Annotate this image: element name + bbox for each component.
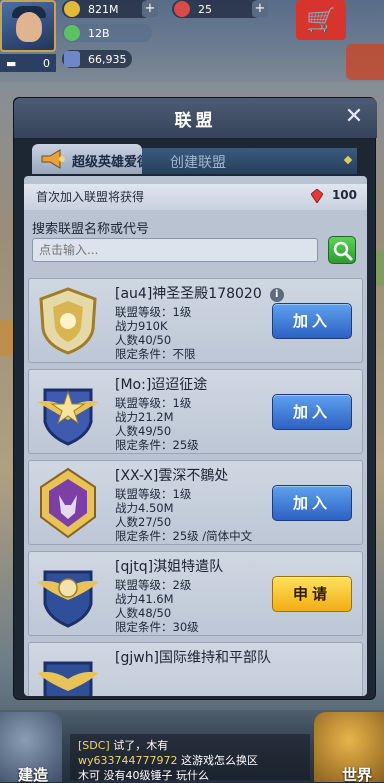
shop-button[interactable]: 🛒 (296, 0, 346, 40)
tab-create-alliance[interactable]: 创建联盟 (142, 148, 357, 174)
apply-button[interactable]: 申请 (272, 576, 352, 612)
first-join-reward: 首次加入联盟将获得 100 (24, 184, 367, 210)
alliance-name: [gjwh]国际维持和平部队 (115, 650, 272, 666)
power-display: 66,935 (62, 50, 132, 68)
alliance-level: 联盟等级：1级 (115, 305, 192, 319)
alliance-row: [Mo:]迢迢征途 联盟等级：1级 战力21.2M 人数49/50 限定条件：2… (28, 369, 363, 454)
reward-value: 100 (331, 188, 357, 202)
tab-join-alliance[interactable]: 超级英雄爱德华 (32, 144, 142, 174)
alliance-emblem-gold-icon (39, 287, 97, 355)
player-level-tag: ▬ 0 (0, 54, 56, 72)
alliance-requirement: 限定条件：25级 /简体中文 (115, 529, 253, 543)
left-panel-tab[interactable] (0, 320, 14, 356)
chat-sender: wy633744777972 (78, 754, 178, 767)
tab-label: 超级英雄爱德华 (72, 155, 142, 170)
join-button[interactable]: 加入 (272, 303, 352, 339)
alliance-row: [gjwh]国际维持和平部队 (28, 642, 363, 696)
ruby-icon (311, 189, 323, 203)
alliance-name: [XX-X]雲深不鶵处 (115, 468, 229, 484)
player-avatar[interactable] (0, 0, 56, 52)
gem-amount: 25 (198, 2, 212, 16)
player-level: 0 (43, 56, 50, 70)
alliance-name: [Mo:]迢迢征途 (115, 377, 208, 393)
chat-preview[interactable]: [SDC] 试了，木有 wy633744777972 这游戏怎么换区 木可 没有… (70, 734, 310, 782)
search-input[interactable] (32, 238, 318, 262)
info-icon[interactable]: i (269, 288, 284, 302)
search-button[interactable] (328, 236, 356, 264)
chat-message: 试了，木有 (113, 739, 169, 752)
tab-label: 创建联盟 (170, 155, 226, 171)
alliance-row: [XX-X]雲深不鶵处 联盟等级：1级 战力4.50M 人数27/50 限定条件… (28, 460, 363, 545)
alliance-name: [au4]神圣圣殿178020 (115, 286, 262, 302)
dialog-header: 联盟 ✕ (14, 98, 377, 138)
close-button[interactable]: ✕ (341, 104, 367, 130)
alliance-dialog: 联盟 ✕ 超级英雄爱德华 创建联盟 首次加入联盟将获得 100 搜索联盟名称或代… (13, 97, 377, 700)
vip-icon: ▬ (6, 56, 17, 70)
alliance-level: 联盟等级：1级 (115, 487, 192, 501)
alliance-members: 人数49/50 (115, 424, 172, 438)
shield-icon (64, 51, 80, 67)
alliance-info: [au4]神圣圣殿178020 i 联盟等级：1级 战力910K 人数40/50 … (115, 285, 284, 361)
alliance-power: 战力21.2M (115, 410, 174, 424)
alliance-info: [gjwh]国际维持和平部队 (115, 649, 271, 669)
alliance-level: 联盟等级：1级 (115, 396, 192, 410)
gold-resource[interactable]: 821M + (62, 0, 158, 18)
gem-resource[interactable]: 25 + (172, 0, 268, 18)
alliance-name: [qjtq]淇姐特遣队 (115, 559, 224, 575)
chat-message: 这游戏怎么换区 (181, 754, 258, 767)
power-amount: 66,935 (88, 52, 127, 66)
alliance-members: 人数48/50 (115, 606, 172, 620)
dialog-title: 联盟 (174, 111, 217, 131)
reward-text: 首次加入联盟将获得 (36, 190, 145, 204)
join-button[interactable]: 加入 (272, 394, 352, 430)
alliance-emblem-wolf-icon (40, 467, 96, 539)
alliance-emblem-eagle-icon (37, 661, 99, 696)
dialog-tabs: 超级英雄爱德华 创建联盟 (32, 144, 357, 174)
alliance-requirement: 限定条件：不限 (115, 347, 196, 361)
search-icon (333, 241, 353, 261)
add-gold-button[interactable]: + (142, 1, 158, 17)
cart-icon: 🛒 (306, 6, 336, 34)
megaphone-icon (41, 149, 65, 169)
alliance-power: 战力910K (115, 319, 168, 333)
chat-sender: [SDC] (78, 739, 110, 752)
alliance-emblem-star-icon (37, 388, 99, 446)
search-label: 搜索联盟名称或代号 (32, 222, 150, 237)
alliance-info: [XX-X]雲深不鶵处 联盟等级：1级 战力4.50M 人数27/50 限定条件… (115, 467, 252, 543)
gold-coin-icon (64, 1, 80, 17)
gem-icon (174, 1, 190, 17)
alliance-info: [Mo:]迢迢征途 联盟等级：1级 战力21.2M 人数49/50 限定条件：2… (115, 376, 207, 452)
alliance-requirement: 限定条件：30级 (115, 620, 199, 634)
alliance-level: 联盟等级：2级 (115, 578, 192, 592)
alliance-info: [qjtq]淇姐特遣队 联盟等级：2级 战力41.6M 人数48/50 限定条件… (115, 558, 223, 634)
alliance-power: 战力41.6M (115, 592, 174, 606)
tab-indicator-icon (343, 155, 353, 165)
alliance-power: 战力4.50M (115, 501, 174, 515)
alliance-row: [au4]神圣圣殿178020 i 联盟等级：1级 战力910K 人数40/50 … (28, 278, 363, 363)
star-icon (64, 25, 80, 41)
alliance-members: 人数27/50 (115, 515, 172, 529)
exp-amount: 12B (88, 26, 110, 40)
gold-amount: 821M (88, 2, 119, 16)
alliance-members: 人数40/50 (115, 333, 172, 347)
exp-bar: 12B (62, 24, 152, 42)
world-label: 世界 (341, 766, 372, 783)
build-label: 建造 (18, 766, 49, 783)
chat-message: 木可 没有40级锤子 玩什么 (78, 769, 209, 782)
side-event-button[interactable] (346, 44, 384, 80)
alliance-row: [qjtq]淇姐特遣队 联盟等级：2级 战力41.6M 人数48/50 限定条件… (28, 551, 363, 636)
close-icon: ✕ (344, 104, 364, 129)
add-gem-button[interactable]: + (252, 1, 268, 17)
join-button[interactable]: 加入 (272, 485, 352, 521)
alliance-requirement: 限定条件：25级 (115, 438, 199, 452)
avatar-face (16, 12, 42, 42)
alliance-emblem-eagle-icon (37, 570, 99, 628)
alliance-content: 首次加入联盟将获得 100 搜索联盟名称或代号 [au4]神圣圣殿178020 i (24, 176, 367, 696)
